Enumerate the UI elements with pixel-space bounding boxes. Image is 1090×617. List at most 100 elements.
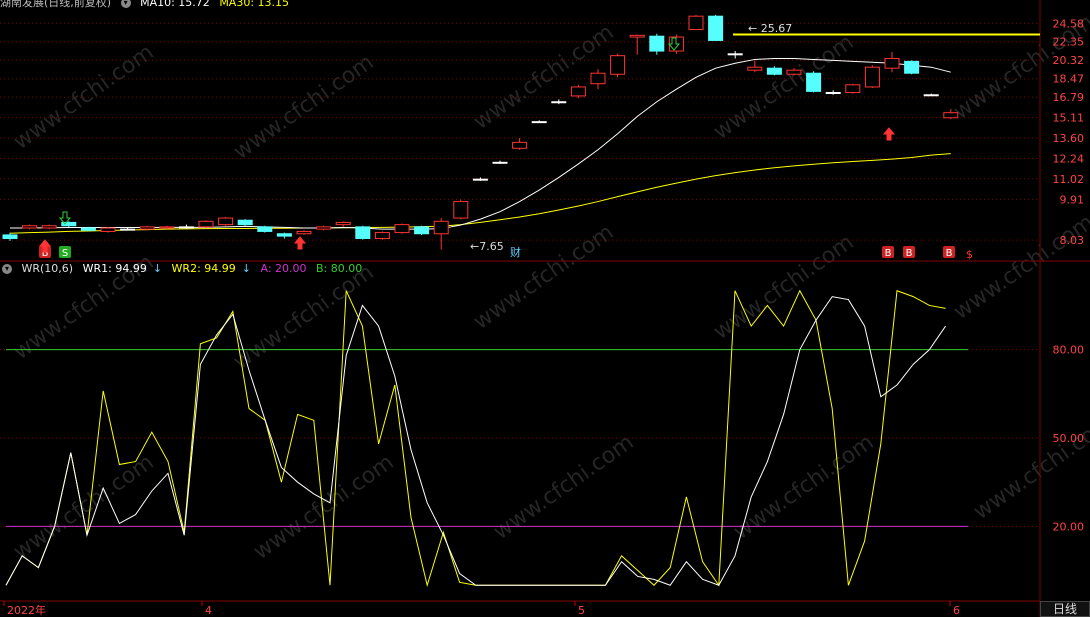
price-tick-label: 16.79 xyxy=(1053,91,1085,104)
candle-body-up xyxy=(453,201,469,219)
candle-body-flat xyxy=(120,228,136,231)
wr1-label: WR1: 94.99 ↓ xyxy=(83,262,162,275)
candle-body-up xyxy=(139,226,155,230)
candle-body-up xyxy=(864,66,880,88)
collapse-icon[interactable]: ▾ xyxy=(120,0,131,8)
indicator-tick-label: 80.00 xyxy=(1053,344,1085,357)
candle-body-down xyxy=(237,219,253,226)
indicator-layer xyxy=(5,289,968,588)
candle-body-up xyxy=(433,220,449,235)
b-line-label: B: 80.00 xyxy=(316,262,363,275)
candle-body-flat xyxy=(923,94,939,97)
candle-body-up xyxy=(159,226,175,229)
watermark-text: www.cfchi.com xyxy=(709,230,858,345)
candle-body-up xyxy=(590,72,606,85)
price-tick-label: 22.35 xyxy=(1053,36,1085,49)
candle-body-up xyxy=(688,15,704,31)
watermark-text: www.cfchi.com xyxy=(229,260,378,375)
candle-body-down xyxy=(414,226,430,235)
candle-body-up xyxy=(316,226,332,230)
candle-body-up xyxy=(512,141,528,149)
candle-body-up xyxy=(198,220,214,228)
price-tick-label: 15.11 xyxy=(1053,112,1085,125)
candle-body-down xyxy=(355,226,371,239)
wr1-value: WR1: 94.99 xyxy=(82,262,147,275)
candle-body-up xyxy=(610,55,626,75)
price-tick-label: 18.47 xyxy=(1053,73,1085,86)
signal-badge-label: S xyxy=(62,248,68,259)
watermark-text: www.cfchi.com xyxy=(729,430,878,545)
time-tick-label: 6 xyxy=(953,604,960,617)
candle-body-up xyxy=(570,86,586,97)
sell-signal-label: $ xyxy=(966,248,973,261)
candle-body-down xyxy=(708,15,724,41)
candle-body-up xyxy=(100,227,116,232)
candle-body-up xyxy=(629,34,645,38)
indicator-tick-label: 20.00 xyxy=(1053,520,1085,533)
signal-badge-label: B xyxy=(946,248,953,259)
candle-body-down xyxy=(80,227,96,231)
price-tick-label: 20.32 xyxy=(1053,54,1085,67)
watermark-text: www.cfchi.com xyxy=(469,220,618,335)
chart-title-bar: 湖南发展(日线,前复权) ▾ MA10: 15.72 MA30: 13.15 xyxy=(0,0,295,9)
candle-body-up xyxy=(786,69,802,75)
price-tick-label: 11.02 xyxy=(1053,173,1085,186)
candle-body-up xyxy=(41,225,57,229)
watermark-text: www.cfchi.com xyxy=(9,450,158,565)
kline-chart[interactable]: www.cfchi.com www.cfchi.com www.cfchi.com w… xyxy=(0,0,1090,617)
ma10-label: MA10: 15.72 xyxy=(140,0,210,9)
time-tick-label: 2022年 xyxy=(7,603,46,617)
stock-title: 湖南发展(日线,前复权) xyxy=(0,0,112,9)
watermark-layer: www.cfchi.com www.cfchi.com www.cfchi.com w… xyxy=(9,10,1090,565)
price-tick-label: 8.03 xyxy=(1060,234,1085,247)
candle-body-up xyxy=(747,66,763,71)
high-price-label: ← 25.67 xyxy=(748,22,792,35)
axis-layer: 24.58 22.35 20.32 18.47 16.79 15.11 13.60 12.24… xyxy=(3,17,1085,617)
watermark-text: www.cfchi.com xyxy=(489,430,638,545)
candle-body-down xyxy=(276,233,292,237)
candle-body-flat xyxy=(825,92,841,95)
buy-arrow-icon xyxy=(293,236,307,250)
wr2-value: WR2: 94.99 xyxy=(171,262,236,275)
candle-body-flat xyxy=(178,226,194,229)
candle-body-flat xyxy=(727,53,743,56)
wr2-label: WR2: 94.99 ↓ xyxy=(172,262,251,275)
candle-body-up xyxy=(218,217,234,226)
low-price-label: ←7.65 xyxy=(470,240,504,253)
price-tick-label: 24.58 xyxy=(1053,17,1085,30)
indicator-menu-icon[interactable]: ▾ xyxy=(2,264,12,274)
candle-body-up xyxy=(374,232,390,239)
candle-body-flat xyxy=(492,161,508,164)
candle-body-up xyxy=(394,224,410,234)
signal-badge-label: B xyxy=(906,248,913,259)
candle-body-up xyxy=(943,112,959,119)
candle-body-up xyxy=(884,57,900,69)
finance-event-label[interactable]: 财 xyxy=(510,245,521,259)
indicator-name[interactable]: WR(10,6) xyxy=(22,262,74,275)
wr1-arrow-icon: ↓ xyxy=(152,262,163,275)
wr2-arrow-icon: ↓ xyxy=(241,262,251,275)
candle-body-down xyxy=(904,60,920,74)
candle-body-down xyxy=(649,35,665,52)
candle-body-down xyxy=(257,226,273,232)
candle-body-up xyxy=(845,84,861,94)
watermark-text: www.cfchi.com xyxy=(709,30,858,145)
indicator-tick-label: 50.00 xyxy=(1053,432,1085,445)
price-tick-label: 13.60 xyxy=(1053,132,1085,145)
time-tick-label: 4 xyxy=(205,604,212,617)
candle-body-flat xyxy=(472,178,488,181)
a-line-label: A: 20.00 xyxy=(260,262,307,275)
candle-body-down xyxy=(766,67,782,75)
grid-layer xyxy=(0,0,1090,617)
watermark-text: www.cfchi.com xyxy=(969,410,1090,525)
candle-body-up xyxy=(22,225,38,229)
candle-body-down xyxy=(2,234,18,239)
candle-body-flat xyxy=(551,101,567,104)
watermark-text: www.cfchi.com xyxy=(229,50,378,165)
candle-body-up xyxy=(335,221,351,226)
time-tick-label: 5 xyxy=(578,604,585,617)
period-tab-daily[interactable]: 日线 xyxy=(1040,601,1090,617)
signal-badge-label: B xyxy=(885,248,892,259)
ma30-line xyxy=(9,153,951,234)
candle-body-up xyxy=(296,230,312,235)
